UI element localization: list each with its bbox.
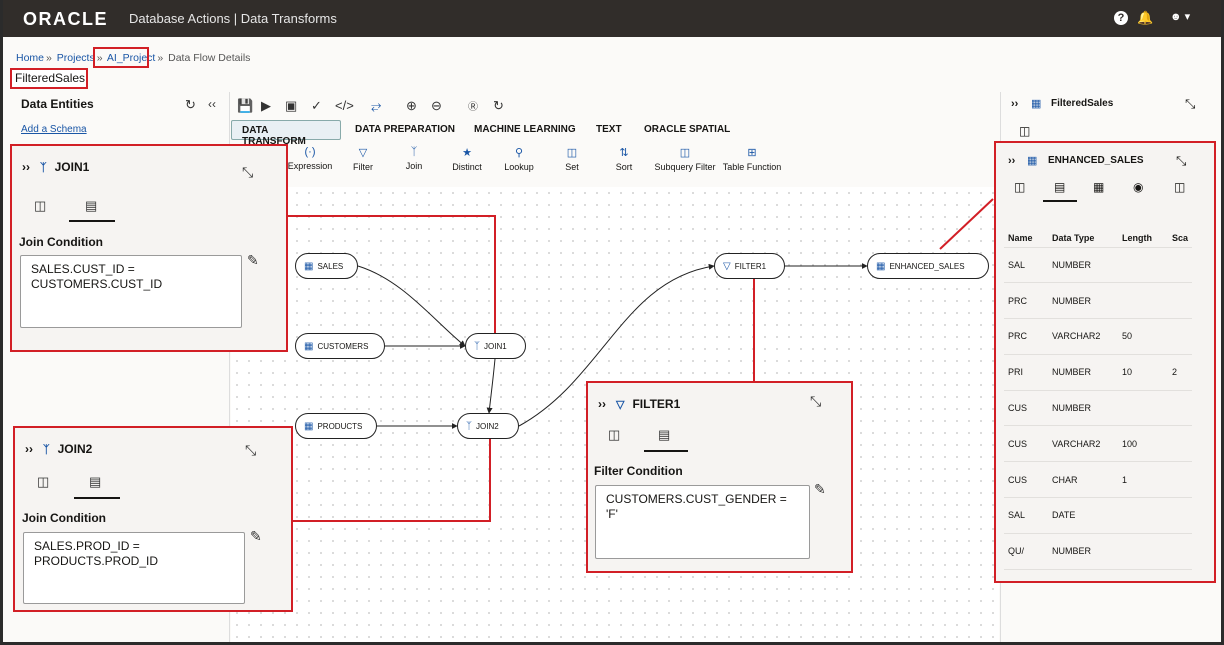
top-bar: ORACLE Database Actions | Data Transform… bbox=[3, 0, 1221, 37]
lookup-icon: ⚲ bbox=[514, 147, 524, 159]
table-icon: ▦ bbox=[304, 261, 314, 272]
breadcrumb-home[interactable]: Home bbox=[16, 52, 44, 64]
toolbar: 💾 ▶ ▣ ✓ </> ⥂ ⊕ ⊖ Ⓡ ↻ DATA TRANSFORM DAT… bbox=[231, 92, 999, 187]
table-icon: ▦ bbox=[304, 341, 314, 352]
node-join2[interactable]: ᛉ JOIN2 bbox=[457, 413, 519, 439]
auto-layout-icon[interactable]: ⥂ bbox=[371, 98, 381, 114]
save-icon[interactable]: 💾 bbox=[237, 98, 253, 114]
table-icon: ▦ bbox=[304, 421, 314, 432]
panel-title: FilteredSales bbox=[1051, 98, 1114, 109]
tab-data-transform[interactable]: DATA TRANSFORM bbox=[231, 120, 341, 147]
table-icon: ▦ bbox=[876, 261, 886, 272]
refresh-canvas-icon[interactable]: ↻ bbox=[493, 98, 504, 114]
zoom-out-icon[interactable]: ⊖ bbox=[431, 98, 442, 114]
tab-oracle-spatial[interactable]: ORACLE SPATIAL bbox=[634, 120, 740, 140]
table-function-icon: ⊞ bbox=[747, 147, 757, 159]
join-icon: ᛉ bbox=[466, 421, 472, 432]
highlight-box bbox=[13, 426, 293, 612]
code-icon[interactable]: </> bbox=[335, 98, 354, 113]
help-icon[interactable]: ? bbox=[1114, 11, 1128, 25]
highlight-box bbox=[10, 144, 288, 352]
tool-expression[interactable]: (·) Expression bbox=[287, 146, 333, 171]
user-icon[interactable]: ☻ ▾ bbox=[1170, 10, 1190, 23]
run-icon[interactable]: ▶ bbox=[261, 98, 271, 114]
tab-data-preparation[interactable]: DATA PREPARATION bbox=[345, 120, 465, 140]
node-sales[interactable]: ▦ SALES bbox=[295, 253, 358, 279]
schedule-icon[interactable]: ▣ bbox=[285, 98, 297, 114]
maximize-icon[interactable]: ⤡ bbox=[1185, 96, 1195, 112]
filter-icon: ▽ bbox=[358, 147, 368, 159]
node-enhanced-sales[interactable]: ▦ ENHANCED_SALES bbox=[867, 253, 989, 279]
node-join1[interactable]: ᛉ JOIN1 bbox=[465, 333, 526, 359]
join-icon: ᛉ bbox=[474, 341, 480, 352]
collapse-icon[interactable]: ‹‹ bbox=[208, 97, 216, 111]
breadcrumb-current: Data Flow Details bbox=[168, 52, 251, 64]
node-customers[interactable]: ▦ CUSTOMERS bbox=[295, 333, 385, 359]
refresh-icon[interactable]: ↻ bbox=[185, 97, 196, 113]
tool-subquery-filter[interactable]: ◫ Subquery Filter bbox=[651, 146, 719, 172]
app-window: ORACLE Database Actions | Data Transform… bbox=[0, 0, 1224, 645]
tab-machine-learning[interactable]: MACHINE LEARNING bbox=[464, 120, 586, 140]
node-products[interactable]: ▦ PRODUCTS bbox=[295, 413, 377, 439]
distinct-icon: ★ bbox=[462, 147, 472, 159]
tool-lookup[interactable]: ⚲ Lookup bbox=[499, 146, 539, 172]
tab-text[interactable]: TEXT bbox=[586, 120, 632, 140]
subquery-filter-icon: ◫ bbox=[679, 147, 691, 159]
set-icon: ◫ bbox=[566, 147, 578, 159]
tool-sort[interactable]: ⇅ Sort bbox=[609, 146, 639, 172]
highlight-box bbox=[93, 47, 149, 68]
zoom-in-icon[interactable]: ⊕ bbox=[406, 98, 417, 114]
expand-panel-icon[interactable]: ›› bbox=[1011, 98, 1018, 110]
tool-join[interactable]: ᛉ Join bbox=[397, 146, 431, 171]
dataflow-icon: ▦ bbox=[1031, 98, 1042, 110]
oracle-logo: ORACLE bbox=[23, 9, 108, 29]
join-icon: ᛉ bbox=[410, 146, 418, 158]
tool-set[interactable]: ◫ Set bbox=[557, 146, 587, 172]
data-entities-title: Data Entities bbox=[21, 97, 94, 111]
highlight-box bbox=[994, 141, 1216, 583]
add-schema-link[interactable]: Add a Schema bbox=[21, 124, 87, 135]
expression-icon: (·) bbox=[304, 146, 316, 158]
ai-icon[interactable]: Ⓡ bbox=[468, 98, 478, 113]
tool-distinct[interactable]: ★ Distinct bbox=[447, 146, 487, 172]
breadcrumb-projects[interactable]: Projects bbox=[57, 52, 95, 64]
columns-icon[interactable]: ◫ bbox=[1019, 124, 1030, 138]
tool-table-function[interactable]: ⊞ Table Function bbox=[720, 146, 784, 172]
validate-icon[interactable]: ✓ bbox=[311, 98, 322, 114]
filter-icon: ▽ bbox=[723, 261, 731, 272]
bell-icon[interactable]: 🔔 bbox=[1137, 10, 1153, 26]
node-filter1[interactable]: ▽ FILTER1 bbox=[714, 253, 785, 279]
tool-filter[interactable]: ▽ Filter bbox=[345, 146, 381, 172]
highlight-box bbox=[586, 381, 853, 573]
app-title: Database Actions | Data Transforms bbox=[129, 11, 337, 26]
sort-icon: ⇅ bbox=[619, 147, 629, 159]
highlight-box bbox=[10, 68, 88, 89]
